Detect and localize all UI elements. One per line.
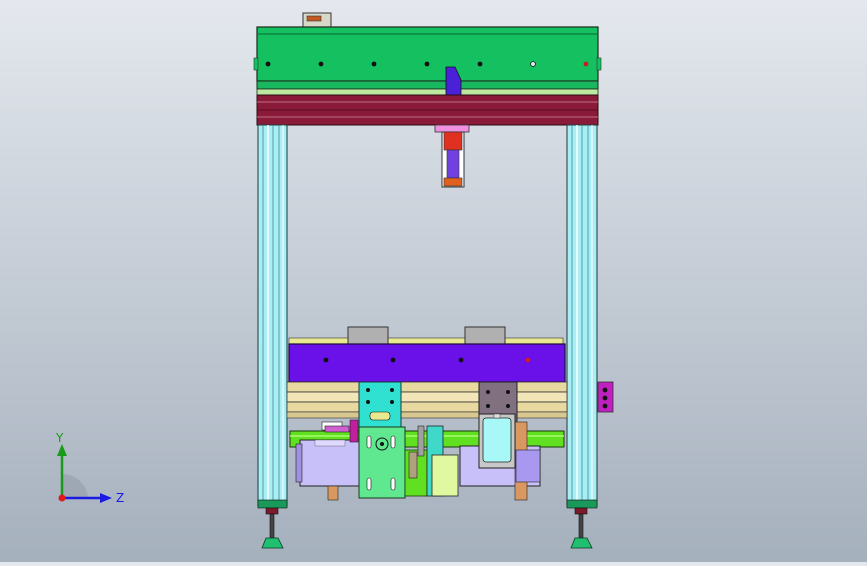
right-upright <box>566 124 598 509</box>
y-axis-arrowhead <box>57 444 67 456</box>
origin-marker <box>58 494 66 502</box>
bearing-bracket <box>358 426 406 499</box>
pneumatic-cylinder <box>434 124 470 188</box>
crossbar <box>256 94 599 126</box>
slide-rails <box>286 381 568 419</box>
sensor-window-box <box>478 413 516 469</box>
top-mount-block <box>302 12 332 29</box>
triad-arc <box>62 473 88 498</box>
top-beam <box>253 26 602 96</box>
carriage-top-blocks <box>288 326 564 345</box>
z-axis-arrowhead <box>100 493 112 503</box>
cad-viewport[interactable]: Y Z <box>0 0 867 562</box>
left-upright <box>257 124 288 509</box>
machine-assembly-drawing <box>253 12 614 549</box>
center-mount-plate <box>358 381 402 428</box>
right-foot <box>570 507 593 549</box>
y-axis-label: Y <box>55 431 64 445</box>
z-axis-label: Z <box>116 491 124 505</box>
coordinate-triad: Y Z <box>55 431 124 505</box>
left-foot <box>261 507 284 549</box>
carriage-plate <box>288 343 566 383</box>
side-bracket <box>597 381 614 413</box>
